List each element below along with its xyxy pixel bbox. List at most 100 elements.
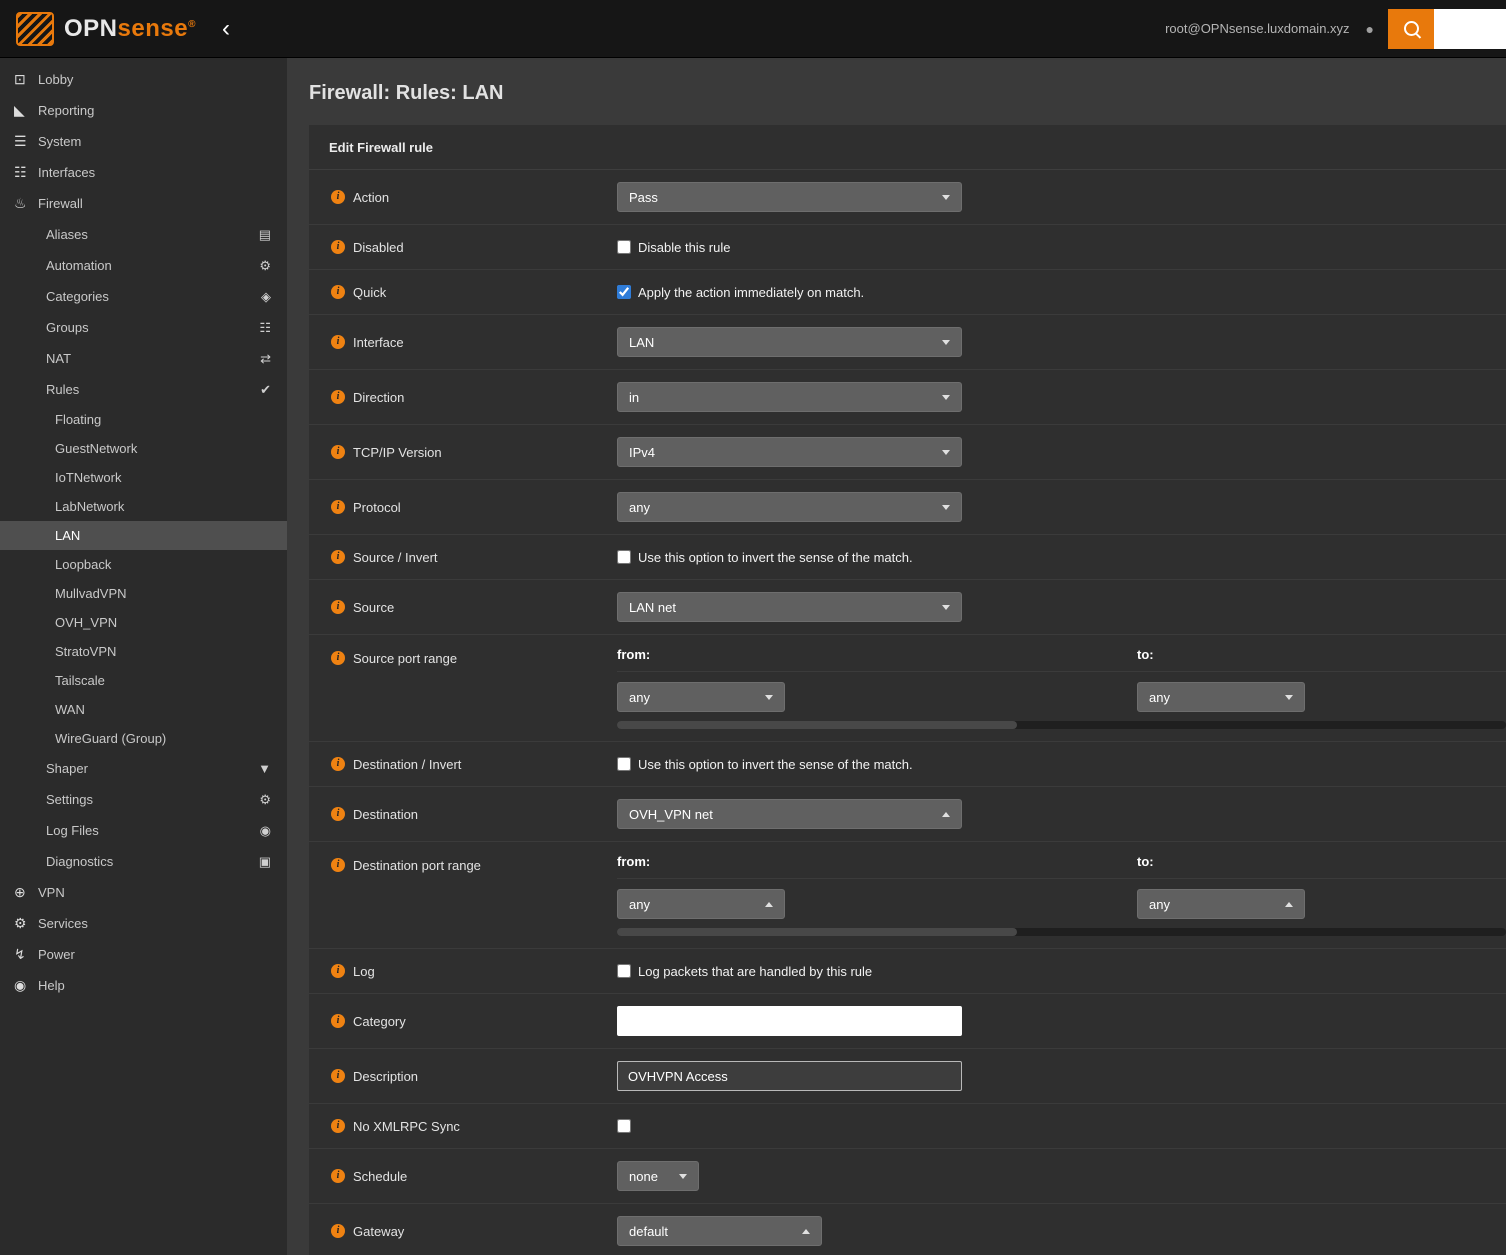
field-label: i Log [309,964,617,979]
info-icon[interactable]: i [331,335,345,349]
gateway-select[interactable]: default [617,1216,822,1246]
info-icon[interactable]: i [331,445,345,459]
sidebar-item-vpn[interactable]: ⊕ VPN [0,877,287,908]
search-button[interactable] [1388,9,1434,49]
schedule-select[interactable]: none [617,1161,699,1191]
description-input[interactable] [617,1061,962,1091]
sidebar-item-tailscale[interactable]: Tailscale [0,666,287,695]
gears-icon: ⚙ [259,792,271,808]
field-label-text: TCP/IP Version [353,445,442,460]
action-select[interactable]: Pass [617,182,962,212]
info-icon[interactable]: i [331,240,345,254]
destination-port-to-select[interactable]: any [1137,889,1305,919]
tcpip-version-select[interactable]: IPv4 [617,437,962,467]
log-checkbox[interactable] [617,964,631,978]
from-label: from: [617,647,1137,662]
camera-icon: ▣ [259,854,271,870]
sidebar-item-floating[interactable]: Floating [0,405,287,434]
info-icon[interactable]: i [331,651,345,665]
interface-select[interactable]: LAN [617,327,962,357]
sidebar-item-iotnetwork[interactable]: IoTNetwork [0,463,287,492]
select-value: IPv4 [629,445,655,460]
no-xmlrpc-sync-checkbox[interactable] [617,1119,631,1133]
sidebar-item-firewall[interactable]: ♨ Firewall [0,188,287,219]
protocol-select[interactable]: any [617,492,962,522]
horizontal-scrollbar[interactable] [617,721,1506,729]
sidebar-item-power[interactable]: ↯ Power [0,939,287,970]
sidebar-item-labnetwork[interactable]: LabNetwork [0,492,287,521]
destination-port-from-select[interactable]: any [617,889,785,919]
info-icon[interactable]: i [331,1119,345,1133]
sidebar-item-help[interactable]: ◉ Help [0,970,287,1001]
opnsense-logo[interactable]: OPNsense® [64,17,196,41]
sidebar-item-lobby[interactable]: ⊡ Lobby [0,64,287,95]
field-label: i Interface [309,335,617,350]
sidebar-item-mullvadvpn[interactable]: MullvadVPN [0,579,287,608]
info-icon[interactable]: i [331,285,345,299]
info-icon[interactable]: i [331,964,345,978]
sidebar-item-guestnetwork[interactable]: GuestNetwork [0,434,287,463]
info-icon[interactable]: i [331,190,345,204]
info-icon[interactable]: i [331,1224,345,1238]
info-icon[interactable]: i [331,807,345,821]
field-label-text: Source [353,600,394,615]
status-dot-icon[interactable]: ● [1366,21,1374,37]
sidebar-item-automation[interactable]: Automation ⚙ [0,250,287,281]
scrollbar-thumb[interactable] [617,928,1017,936]
sidebar-item-reporting[interactable]: ◣ Reporting [0,95,287,126]
sidebar-item-shaper[interactable]: Shaper ▼ [0,753,287,784]
sidebar-item-nat[interactable]: NAT ⇄ [0,343,287,374]
opnsense-logo-icon[interactable] [16,12,54,46]
sidebar-item-wan[interactable]: WAN [0,695,287,724]
sidebar-item-wireguard-group[interactable]: WireGuard (Group) [0,724,287,753]
disabled-checkbox[interactable] [617,240,631,254]
life-ring-icon: ◉ [14,977,38,994]
chevron-down-icon [942,605,950,610]
form-row-disabled: i Disabled Disable this rule [309,225,1506,270]
source-port-to-select[interactable]: any [1137,682,1305,712]
sidebar-item-settings[interactable]: Settings ⚙ [0,784,287,815]
sidebar-item-loopback[interactable]: Loopback [0,550,287,579]
field-label: i Destination / Invert [309,757,617,772]
source-select[interactable]: LAN net [617,592,962,622]
info-icon[interactable]: i [331,500,345,514]
sidebar-item-diagnostics[interactable]: Diagnostics ▣ [0,846,287,877]
info-icon[interactable]: i [331,550,345,564]
info-icon[interactable]: i [331,600,345,614]
sidebar-item-stratovpn[interactable]: StratoVPN [0,637,287,666]
sidebar-item-label: Interfaces [38,165,271,180]
sidebar-item-interfaces[interactable]: ☷ Interfaces [0,157,287,188]
horizontal-scrollbar[interactable] [617,928,1506,936]
field-label-text: Direction [353,390,404,405]
exchange-arrows-icon: ⇄ [260,351,271,367]
sidebar-item-ovh-vpn[interactable]: OVH_VPN [0,608,287,637]
sidebar-item-rules[interactable]: Rules ✔ [0,374,287,405]
info-icon[interactable]: i [331,858,345,872]
info-icon[interactable]: i [331,1069,345,1083]
info-icon[interactable]: i [331,1014,345,1028]
sidebar-item-services[interactable]: ⚙ Services [0,908,287,939]
field-label: i Schedule [309,1169,617,1184]
info-icon[interactable]: i [331,757,345,771]
sidebar-item-log-files[interactable]: Log Files ◉ [0,815,287,846]
sidebar-item-label: System [38,134,271,149]
direction-select[interactable]: in [617,382,962,412]
quick-checkbox[interactable] [617,285,631,299]
info-icon[interactable]: i [331,390,345,404]
sidebar-collapse-icon[interactable]: ‹ [222,17,230,41]
source-invert-checkbox[interactable] [617,550,631,564]
scrollbar-thumb[interactable] [617,721,1017,729]
checkbox-label: Use this option to invert the sense of t… [638,757,913,772]
sidebar-item-groups[interactable]: Groups ☷ [0,312,287,343]
category-input[interactable] [617,1006,962,1036]
port-range-body: any any [617,879,1506,919]
destination-select[interactable]: OVH_VPN net [617,799,962,829]
sidebar-item-aliases[interactable]: Aliases ▤ [0,219,287,250]
search-input[interactable] [1434,9,1506,49]
source-port-from-select[interactable]: any [617,682,785,712]
info-icon[interactable]: i [331,1169,345,1183]
sidebar-item-categories[interactable]: Categories ◈ [0,281,287,312]
sidebar-item-system[interactable]: ☰ System [0,126,287,157]
sidebar-item-lan[interactable]: LAN [0,521,287,550]
destination-invert-checkbox[interactable] [617,757,631,771]
